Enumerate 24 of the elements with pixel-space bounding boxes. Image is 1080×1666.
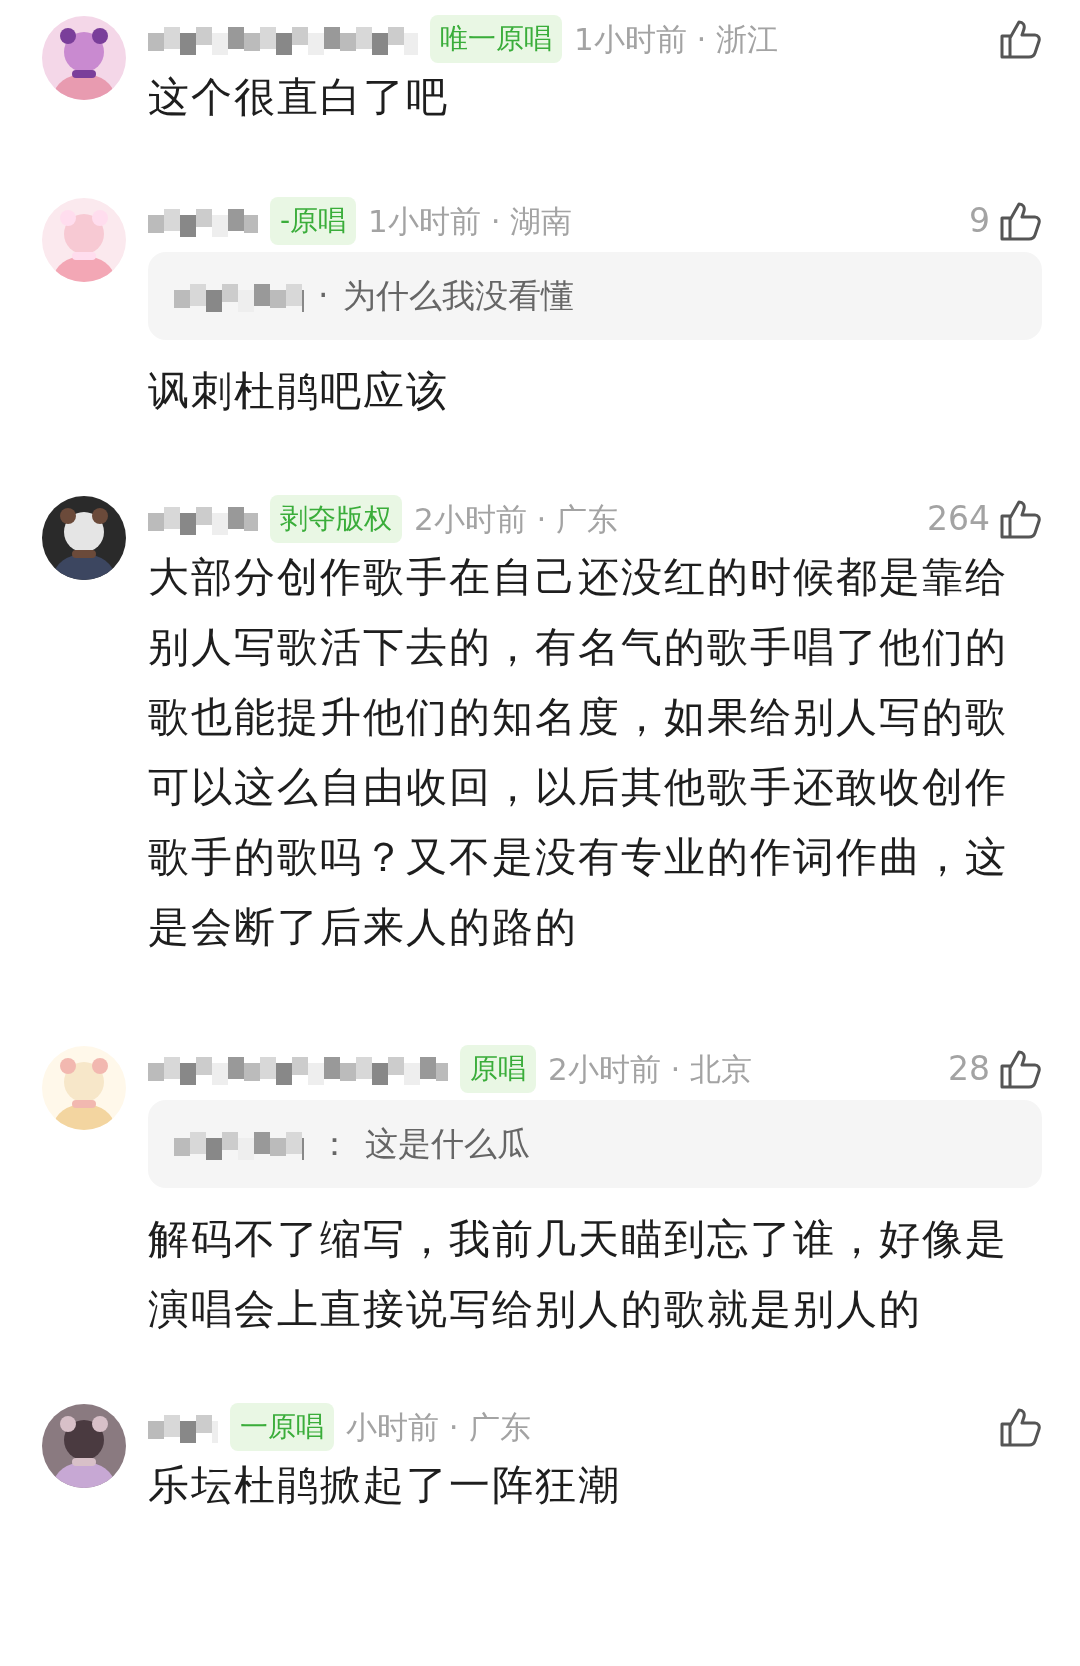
time-location: 1小时前 · 浙江 (574, 19, 779, 59)
reply-text: 这是什么瓜 (365, 1123, 530, 1166)
badge-label: 唯一原唱 (430, 15, 562, 63)
like-count: 264 (927, 498, 990, 541)
badge-label: 原唱 (460, 1045, 536, 1093)
reply-preview[interactable]: · 为什么我没看懂 (148, 252, 1042, 340)
reply-text: 为什么我没看懂 (342, 275, 574, 318)
badge-label: 剥夺版权 (270, 495, 402, 543)
comment-text: 乐坛杜鹃掀起了一阵狂潮 (148, 1460, 622, 1511)
comment-text: 大部分创作歌手在自己还没红的时候都是靠给别人写歌活下去的，有名气的歌手唱了他们的歌也能提升他们的知名度，如果给别人写的歌可以这么自由收回，以后其他歌手还敢收创作歌手的歌吗？又不是没有专业的作词作曲，这是会断了后来人的路的 (148, 552, 1009, 953)
comment-text: 这个很直白了吧 (148, 72, 450, 123)
time-location: 小时前 · 广东 (346, 1407, 531, 1447)
time-location: 2小时前 · 广东 (414, 499, 619, 539)
time-location: 2小时前 · 北京 (548, 1049, 753, 1089)
comment-text: 解码不了缩写，我前几天瞄到忘了谁，好像是演唱会上直接说写给别人的歌就是别人的 (148, 1214, 1009, 1335)
like-count: 9 (969, 200, 990, 243)
separator-mark: · (318, 275, 329, 318)
like-count: 28 (948, 1048, 990, 1091)
time-location: 1小时前 · 湖南 (368, 201, 573, 241)
comment-text: 讽刺杜鹃吧应该 (148, 366, 450, 417)
separator-mark: ： (318, 1123, 351, 1166)
badge-label: -原唱 (270, 197, 357, 245)
reply-preview[interactable]: ： 这是什么瓜 (148, 1100, 1042, 1188)
badge-label: 一原唱 (230, 1403, 334, 1451)
